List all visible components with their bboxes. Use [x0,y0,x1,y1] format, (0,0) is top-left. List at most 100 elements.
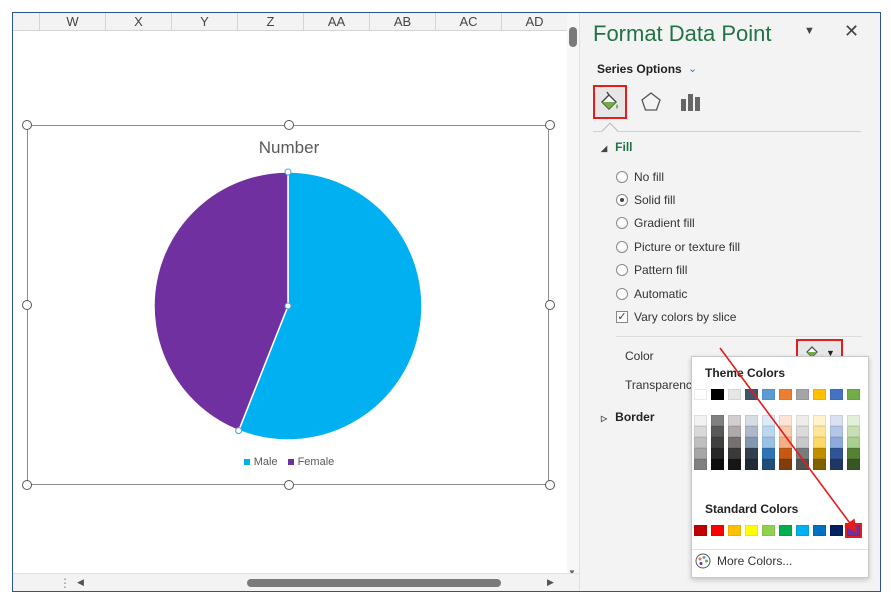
column-header-ac[interactable]: AC [436,13,502,31]
no-fill-option[interactable]: No fill [616,170,664,184]
theme-shade-swatch[interactable] [830,437,843,448]
theme-color-swatch[interactable] [762,389,775,400]
solid-fill-option[interactable]: Solid fill [616,193,675,207]
theme-shade-swatch[interactable] [745,459,758,470]
vertical-scrollbar[interactable]: ▼ [567,13,579,579]
theme-shade-swatch[interactable] [796,448,809,459]
theme-shade-swatch[interactable] [728,426,741,437]
theme-shade-swatch[interactable] [728,448,741,459]
theme-shade-swatch[interactable] [711,415,724,426]
effects-tab[interactable] [634,85,668,119]
chart-legend[interactable]: Male Female [28,456,550,468]
automatic-fill-option[interactable]: Automatic [616,287,687,301]
scroll-right-arrow-icon[interactable]: ▶ [547,577,554,588]
slice-selection-handle[interactable] [235,427,243,435]
theme-color-swatch[interactable] [745,389,758,400]
close-icon[interactable]: ✕ [844,21,859,42]
theme-shade-swatch[interactable] [847,437,860,448]
standard-color-swatch[interactable] [779,525,792,536]
more-colors-item[interactable]: More Colors... [695,553,792,569]
theme-shade-swatch[interactable] [694,448,707,459]
column-header-z[interactable]: Z [238,13,304,31]
radio-button[interactable] [616,241,628,253]
split-handle-icon[interactable]: ⋮ [59,576,71,590]
pane-options-dropdown-icon[interactable]: ▼ [804,25,815,37]
theme-shade-swatch[interactable] [711,426,724,437]
theme-shade-swatch[interactable] [762,426,775,437]
theme-shade-swatch[interactable] [813,437,826,448]
theme-shade-swatch[interactable] [779,415,792,426]
theme-color-swatch[interactable] [779,389,792,400]
theme-shade-swatch[interactable] [847,459,860,470]
theme-shade-swatch[interactable] [813,459,826,470]
theme-shade-swatch[interactable] [762,437,775,448]
legend-item-male[interactable]: Male [243,456,278,468]
column-header-w[interactable]: W [40,13,106,31]
theme-shade-swatch[interactable] [694,415,707,426]
column-header-aa[interactable]: AA [304,13,370,31]
theme-shade-swatch[interactable] [762,415,775,426]
standard-color-swatch[interactable] [845,523,862,538]
theme-shade-swatch[interactable] [745,448,758,459]
theme-color-swatch[interactable] [830,389,843,400]
theme-color-swatch[interactable] [728,389,741,400]
theme-shade-swatch[interactable] [796,426,809,437]
theme-shade-swatch[interactable] [694,459,707,470]
vertical-scroll-thumb[interactable] [569,27,577,47]
resize-handle[interactable] [22,480,32,490]
chevron-down-icon[interactable]: ⌄ [688,62,697,75]
radio-button[interactable] [616,264,628,276]
column-header-ab[interactable]: AB [370,13,436,31]
horizontal-scrollbar[interactable]: ⋮ ◀ ▶ [13,573,579,591]
fill-line-tab[interactable] [593,85,627,119]
standard-color-swatch[interactable] [745,525,758,536]
radio-button-selected[interactable] [616,194,628,206]
pattern-fill-option[interactable]: Pattern fill [616,263,687,277]
theme-shade-swatch[interactable] [711,448,724,459]
legend-item-female[interactable]: Female [287,456,334,468]
border-section-header[interactable]: ▷ Border [601,410,655,424]
slice-selection-handle[interactable] [284,168,292,176]
standard-color-swatch[interactable] [711,525,724,536]
theme-shade-swatch[interactable] [728,437,741,448]
standard-color-swatch[interactable] [813,525,826,536]
theme-shade-swatch[interactable] [830,426,843,437]
radio-button[interactable] [616,217,628,229]
series-options-label[interactable]: Series Options [597,62,682,76]
resize-handle[interactable] [545,480,555,490]
theme-shade-swatch[interactable] [728,459,741,470]
theme-shade-swatch[interactable] [813,448,826,459]
theme-shade-swatch[interactable] [796,437,809,448]
column-header-x[interactable]: X [106,13,172,31]
radio-button[interactable] [616,171,628,183]
theme-shade-swatch[interactable] [694,426,707,437]
theme-shade-swatch[interactable] [779,426,792,437]
horizontal-scroll-thumb[interactable] [247,579,501,587]
theme-shade-swatch[interactable] [745,415,758,426]
standard-color-swatch[interactable] [694,525,707,536]
series-options-tab[interactable] [674,85,708,119]
standard-color-swatch[interactable] [762,525,775,536]
theme-shade-swatch[interactable] [779,448,792,459]
theme-shade-swatch[interactable] [694,437,707,448]
resize-handle[interactable] [284,480,294,490]
standard-color-swatch[interactable] [796,525,809,536]
theme-shade-swatch[interactable] [796,459,809,470]
theme-color-swatch[interactable] [694,389,707,400]
vary-colors-option[interactable]: ✓ Vary colors by slice [616,310,736,324]
scroll-left-arrow-icon[interactable]: ◀ [77,577,84,588]
theme-color-swatch[interactable] [813,389,826,400]
fill-section-header[interactable]: ◢ Fill [601,140,633,154]
theme-shade-swatch[interactable] [813,415,826,426]
theme-shade-swatch[interactable] [779,459,792,470]
theme-shade-swatch[interactable] [711,459,724,470]
slice-selection-handle[interactable] [284,302,292,310]
theme-shade-swatch[interactable] [745,437,758,448]
theme-shade-swatch[interactable] [830,448,843,459]
standard-color-swatch[interactable] [830,525,843,536]
radio-button[interactable] [616,288,628,300]
theme-color-swatch[interactable] [711,389,724,400]
theme-shade-swatch[interactable] [847,448,860,459]
chart-area[interactable]: Number Male Female [22,120,555,490]
theme-shade-swatch[interactable] [711,437,724,448]
